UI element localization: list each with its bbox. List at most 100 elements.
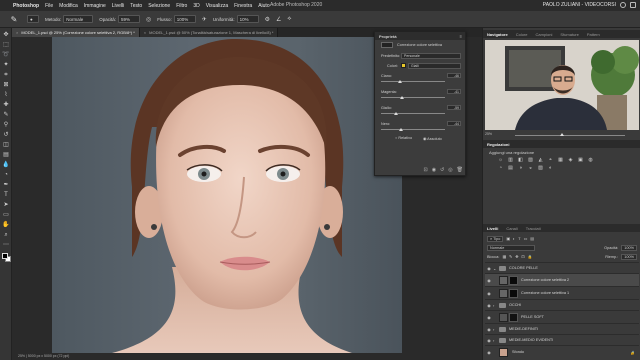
menu-selezione[interactable]: Selezione	[145, 3, 173, 9]
slider-knob[interactable]	[400, 96, 404, 99]
visibility-eye-icon[interactable]: ◉	[485, 350, 493, 355]
absolute-radio[interactable]: ◉ Assoluto	[423, 136, 442, 141]
marquee-tool-icon[interactable]: ⬚	[2, 42, 10, 49]
brush-icon[interactable]: ✎	[2, 112, 10, 119]
tab-adjustments[interactable]: Regolazioni	[483, 142, 513, 147]
color-balance-icon[interactable]: ▦	[557, 157, 564, 163]
pen-tool-icon[interactable]: ✒	[2, 182, 10, 189]
visibility-eye-icon[interactable]: ◉	[485, 338, 493, 343]
zoom-knob[interactable]	[560, 133, 564, 136]
menu-filtro[interactable]: Filtro	[173, 3, 190, 9]
menu-3d[interactable]: 3D	[190, 3, 202, 9]
hue-saturation-icon[interactable]: ◓	[547, 157, 554, 163]
lock-artboard-icon[interactable]: ⊡	[521, 254, 524, 259]
visibility-eye-icon[interactable]: ◉	[485, 266, 493, 271]
tab-navigator[interactable]: Navigatore	[483, 32, 512, 37]
opacity-field[interactable]: 100%	[621, 244, 637, 251]
tab-document-1[interactable]: × MODEL_1.psd @ 25% (Correzione colore s…	[12, 28, 140, 37]
fill-field[interactable]: 100%	[621, 253, 637, 260]
blur-tool-icon[interactable]: 💧	[2, 162, 10, 169]
blend-select[interactable]: Normale	[487, 244, 535, 251]
relative-radio[interactable]: ○ Relativo	[395, 136, 412, 140]
gear-icon[interactable]: ⚙	[265, 16, 270, 23]
shape-tool-icon[interactable]: ▭	[2, 212, 10, 219]
menu-file[interactable]: File	[42, 3, 56, 9]
properties-header[interactable]: Proprietà ≡	[375, 32, 465, 40]
tab-channels[interactable]: Canali	[502, 226, 521, 231]
layer-row[interactable]: ◉ Correzione colore selettiva 2	[485, 273, 639, 286]
layer-row[interactable]: ◉ Correzione colore selettiva 1	[485, 286, 639, 299]
menu-list-icon[interactable]	[630, 2, 636, 8]
visibility-eye-icon[interactable]: ◉	[485, 327, 493, 332]
layer-row[interactable]: ◉ Sfondo 🔒	[485, 345, 639, 358]
path-select-icon[interactable]: ➤	[2, 202, 10, 209]
dodge-tool-icon[interactable]: ◔	[2, 172, 10, 179]
black-value[interactable]: -44	[447, 121, 461, 126]
menu-finestra[interactable]: Finestra	[231, 3, 255, 9]
menu-livelli[interactable]: Livelli	[109, 3, 128, 9]
more-tools-icon[interactable]: ⋯	[2, 242, 10, 249]
channel-mixer-icon[interactable]: ◍	[587, 157, 594, 163]
brush-tool-icon[interactable]: ✎	[3, 13, 25, 26]
eyedropper-icon[interactable]: ⌇	[2, 92, 10, 99]
close-icon[interactable]: ×	[16, 30, 18, 35]
yellow-slider[interactable]	[381, 112, 445, 115]
tab-layers[interactable]: Livelli	[483, 226, 502, 231]
colors-select[interactable]: Gialli	[408, 63, 461, 69]
panel-menu-icon[interactable]: ≡	[460, 34, 462, 39]
zoom-tool-icon[interactable]: ⌕	[2, 232, 10, 239]
healing-tool-icon[interactable]: ✚	[2, 102, 10, 109]
menu-modifica[interactable]: Modifica	[56, 3, 81, 9]
tab-patterns[interactable]: Pattern	[583, 32, 604, 37]
menu-visualizza[interactable]: Visualizza	[203, 3, 231, 9]
preset-select[interactable]: Personale	[401, 53, 461, 59]
reset-icon[interactable]: ↺	[440, 167, 444, 173]
opacity-field[interactable]: 59%	[118, 15, 141, 23]
gradient-map-icon[interactable]: ▧	[537, 165, 544, 171]
visibility-eye-icon[interactable]: ◉	[485, 315, 493, 320]
brightness-icon[interactable]: ☼	[497, 157, 504, 163]
cyan-slider[interactable]	[381, 80, 445, 83]
vibrance-icon[interactable]: ◭	[537, 157, 544, 163]
quick-select-icon[interactable]: ✦	[2, 62, 10, 69]
magenta-value[interactable]: -41	[447, 89, 461, 94]
lasso-tool-icon[interactable]: ➰	[2, 52, 10, 59]
filter-adjust-icon[interactable]: ◐	[513, 237, 515, 241]
levels-icon[interactable]: ▥	[507, 157, 514, 163]
layer-row[interactable]: ◉ › OCCHI	[485, 299, 639, 310]
exposure-icon[interactable]: ▨	[527, 157, 534, 163]
slider-knob[interactable]	[399, 128, 403, 131]
layer-row[interactable]: ◉ PELLE SOFT	[485, 310, 639, 323]
lock-pixels-icon[interactable]: ▦	[502, 254, 506, 259]
selective-color-icon[interactable]: ◐	[547, 165, 554, 171]
move-tool-icon[interactable]: ✥	[2, 32, 10, 39]
curves-icon[interactable]: ◧	[517, 157, 524, 163]
color-lookup-icon[interactable]: ◔	[497, 165, 504, 171]
lock-all-icon[interactable]: 🔒	[528, 254, 533, 259]
lock-paint-icon[interactable]: ✎	[509, 254, 512, 259]
filter-shape-icon[interactable]: ▭	[524, 236, 528, 241]
mode-select[interactable]: Normale	[63, 15, 94, 23]
zoom-slider[interactable]	[515, 135, 625, 136]
zoom-value[interactable]: 25%	[485, 132, 492, 136]
stamp-tool-icon[interactable]: ⚲	[2, 122, 10, 129]
magenta-slider[interactable]	[381, 96, 445, 99]
posterize-icon[interactable]: ◑	[517, 165, 524, 171]
tab-gradients[interactable]: Sfumature	[556, 32, 582, 37]
clip-layer-icon[interactable]: ⊡	[423, 167, 427, 173]
eraser-icon[interactable]: ◫	[2, 142, 10, 149]
layer-row[interactable]: ◉ › MEDIE-DEFINITI	[485, 323, 639, 334]
tab-swatches[interactable]: Campioni	[531, 32, 556, 37]
pressure-opacity-icon[interactable]: ◎	[146, 16, 151, 23]
slider-knob[interactable]	[394, 112, 398, 115]
photo-filter-icon[interactable]: ▣	[577, 157, 584, 163]
layer-row[interactable]: ◉ ⌄ COLORE PELLE	[485, 262, 639, 273]
menu-testo[interactable]: Testo	[127, 3, 145, 9]
angle-icon[interactable]: ∠	[276, 16, 281, 23]
filter-pixel-icon[interactable]: ▣	[506, 236, 510, 241]
flow-field[interactable]: 100%	[173, 15, 196, 23]
filter-type-icon[interactable]: T	[518, 237, 520, 241]
foreground-color-swatch[interactable]	[2, 253, 8, 259]
navigator-preview[interactable]	[485, 40, 639, 130]
black-slider[interactable]	[381, 128, 445, 131]
